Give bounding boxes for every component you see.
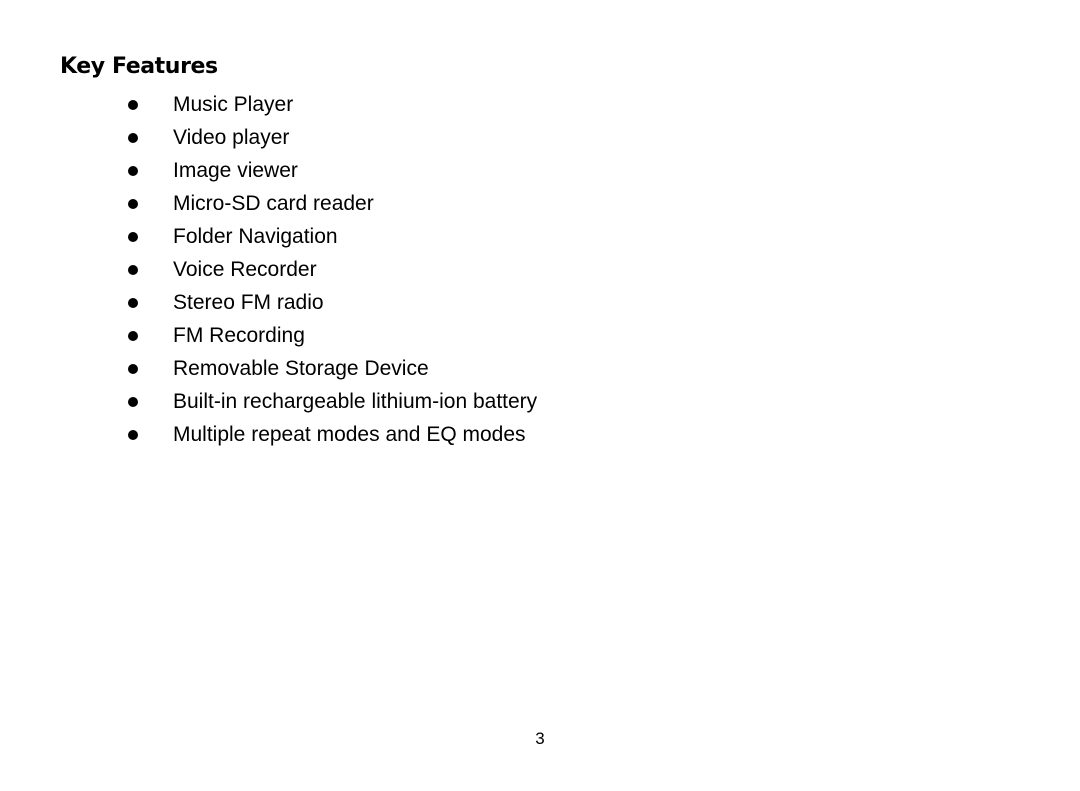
- bullet-icon: [128, 330, 138, 341]
- list-item-label: Folder Navigation: [173, 225, 338, 248]
- list-item-label: FM Recording: [173, 324, 305, 347]
- list-item-label: Removable Storage Device: [173, 357, 429, 380]
- page-title: Key Features: [60, 54, 218, 79]
- bullet-icon: [128, 363, 138, 374]
- bullet-icon: [128, 132, 138, 143]
- list-item-label: Stereo FM radio: [173, 291, 324, 314]
- bullet-icon: [128, 297, 138, 308]
- list-item-label: Image viewer: [173, 159, 298, 182]
- list-item-label: Voice Recorder: [173, 258, 317, 281]
- bullet-icon: [128, 198, 138, 209]
- bullet-icon: [128, 99, 138, 110]
- list-item-label: Video player: [173, 126, 290, 149]
- bullet-icon: [128, 396, 138, 407]
- bullet-icon: [128, 429, 138, 440]
- page-number: 3: [535, 729, 545, 748]
- list-item-label: Music Player: [173, 93, 294, 116]
- bullet-icon: [128, 231, 138, 242]
- bullet-icon: [128, 264, 138, 275]
- list-item-label: Micro-SD card reader: [173, 192, 374, 215]
- list-item-label: Built-in rechargeable lithium-ion batter…: [173, 390, 538, 413]
- bullet-icon: [128, 165, 138, 176]
- document-page: Key Features Music Player Video player I…: [0, 0, 1080, 791]
- list-item-label: Multiple repeat modes and EQ modes: [173, 423, 526, 446]
